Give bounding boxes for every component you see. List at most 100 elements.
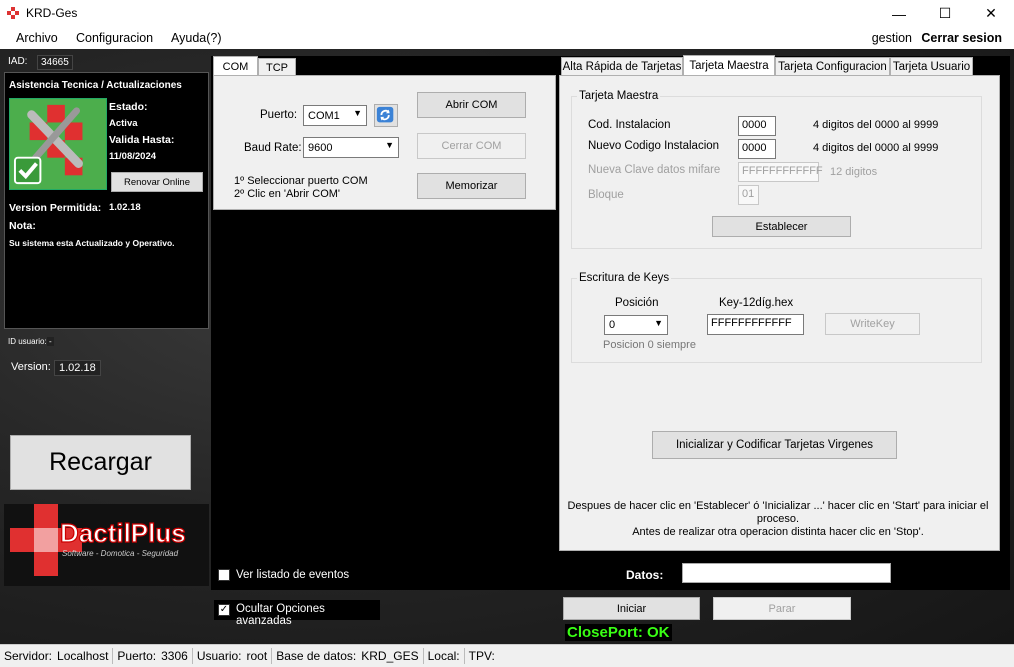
id-usuario-value: - <box>47 337 54 346</box>
keys-group-title: Escritura de Keys <box>577 272 672 284</box>
baud-select[interactable]: 9600 ▼ <box>303 137 399 158</box>
status-bd: Base de datos: KRD_GES <box>272 648 424 664</box>
cod-label: Cod. Instalacion <box>588 119 671 131</box>
cod-hint: 4 digitos del 0000 al 9999 <box>813 119 939 131</box>
status-puerto: Puerto: 3306 <box>113 648 193 664</box>
bd-value: KRD_GES <box>361 649 419 663</box>
renew-online-button[interactable]: Renovar Online <box>111 172 203 192</box>
close-com-button[interactable]: Cerrar COM <box>417 133 526 159</box>
chevron-down-icon: ▼ <box>385 140 394 150</box>
datos-input[interactable] <box>682 563 891 583</box>
nota-value: Su sistema esta Actualizado y Operativo. <box>9 238 175 248</box>
puerto-select-value: COM1 <box>308 109 340 122</box>
status-local: Local: <box>424 648 465 664</box>
memorize-button[interactable]: Memorizar <box>417 173 526 199</box>
version-permitida-value: 1.02.18 <box>109 202 141 213</box>
menu-configuracion[interactable]: Configuracion <box>76 31 153 45</box>
init-cards-button[interactable]: Inicializar y Codificar Tarjetas Virgene… <box>652 431 897 459</box>
title-bar: KRD-Ges — ☐ ✕ <box>0 0 1014 27</box>
close-button[interactable]: ✕ <box>968 0 1014 27</box>
current-user: gestion <box>871 31 912 45</box>
mifare-label: Nueva Clave datos mifare <box>588 164 721 176</box>
version-permitida-label: Version Permitida: <box>9 202 102 214</box>
puerto-status-label: Puerto: <box>117 649 157 663</box>
tab-tarjeta-configuracion[interactable]: Tarjeta Configuracion <box>775 57 890 76</box>
new-cod-label: Nuevo Codigo Instalacion <box>588 140 720 152</box>
key-input[interactable]: FFFFFFFFFFFF <box>707 314 804 335</box>
puerto-status-value: 3306 <box>161 649 188 663</box>
cod-input[interactable]: 0000 <box>738 116 776 136</box>
start-button[interactable]: Iniciar <box>563 597 700 620</box>
master-card-group-title: Tarjeta Maestra <box>577 90 661 102</box>
id-usuario-label: ID usuario: <box>8 337 47 346</box>
establish-button[interactable]: Establecer <box>712 216 851 237</box>
instruction-2: 2º Clic en 'Abrir COM' <box>234 188 341 200</box>
instructions-note: Despues de hacer clic en 'Establecer' ó … <box>562 500 994 539</box>
baud-label: Baud Rate: <box>244 142 302 154</box>
status-bar: Servidor: Localhost Puerto: 3306 Usuario… <box>0 644 1014 667</box>
estado-label: Estado: <box>109 101 148 113</box>
reload-button[interactable]: Recargar <box>10 435 191 490</box>
usuario-value: root <box>246 649 268 663</box>
logo-text: DactilPlus <box>60 518 186 548</box>
logout-button[interactable]: Cerrar sesion <box>921 31 1002 45</box>
local-label: Local: <box>427 649 460 663</box>
menu-bar: Archivo Configuracion Ayuda(?) gestion C… <box>0 27 1014 49</box>
tab-tarjeta-usuario[interactable]: Tarjeta Usuario <box>890 57 973 76</box>
maximize-button[interactable]: ☐ <box>922 0 968 27</box>
window-title: KRD-Ges <box>26 6 78 20</box>
tab-alta-rapida[interactable]: Alta Rápida de Tarjetas <box>561 57 683 76</box>
show-events-checkbox[interactable] <box>218 569 230 581</box>
servidor-value: Localhost <box>57 649 109 663</box>
puerto-select[interactable]: COM1 ▼ <box>303 105 367 126</box>
app-icon <box>7 7 19 19</box>
iad-label: IAD: <box>8 56 28 67</box>
posicion-select-value: 0 <box>609 319 616 331</box>
logo-tagline: Software - Domotica - Seguridad <box>62 549 179 558</box>
valida-value: 11/08/2024 <box>109 151 157 162</box>
port-status: ClosePort: OK <box>565 624 672 641</box>
dactilplus-logo: DactilPlus Software - Domotica - Segurid… <box>4 504 209 586</box>
open-com-button[interactable]: Abrir COM <box>417 92 526 118</box>
menu-archivo[interactable]: Archivo <box>16 31 58 45</box>
tab-com[interactable]: COM <box>213 56 258 76</box>
version-value: 1.02.18 <box>54 360 101 376</box>
panel-title: Asistencia Tecnica / Actualizaciones <box>9 80 182 91</box>
baud-select-value: 9600 <box>308 141 333 154</box>
tab-tarjeta-maestra[interactable]: Tarjeta Maestra <box>683 55 775 76</box>
refresh-icon <box>376 106 394 123</box>
menu-ayuda[interactable]: Ayuda(?) <box>171 31 222 45</box>
tab-tcp[interactable]: TCP <box>258 58 296 76</box>
servidor-label: Servidor: <box>4 649 53 663</box>
stop-button[interactable]: Parar <box>713 597 851 620</box>
posicion-label: Posición <box>615 297 659 309</box>
posicion-hint: Posicion 0 siempre <box>603 339 696 351</box>
usuario-label: Usuario: <box>196 649 242 663</box>
status-usuario: Usuario: root <box>193 648 273 664</box>
chevron-down-icon: ▼ <box>353 108 362 118</box>
support-info-panel: Asistencia Tecnica / Actualizaciones Est… <box>4 72 209 329</box>
version-label: Version: <box>11 361 51 373</box>
new-cod-input[interactable]: 0000 <box>738 139 776 159</box>
mifare-hint: 12 digitos <box>830 166 878 178</box>
puerto-label: Puerto: <box>260 109 298 121</box>
tools-icon <box>9 98 107 190</box>
bloque-input[interactable]: 01 <box>738 185 759 205</box>
new-cod-hint: 4 digitos del 0000 al 9999 <box>813 142 939 154</box>
posicion-select[interactable]: 0 ▼ <box>604 315 668 335</box>
tpv-label: TPV: <box>468 649 495 663</box>
bd-label: Base de datos: <box>276 649 357 663</box>
estado-value: Activa <box>109 118 138 129</box>
refresh-ports-button[interactable] <box>374 104 398 127</box>
chevron-down-icon: ▼ <box>654 318 663 328</box>
writekey-button[interactable]: WriteKey <box>825 313 920 335</box>
mifare-input[interactable]: FFFFFFFFFFFF <box>738 162 823 182</box>
show-events-label: Ver listado de eventos <box>236 569 350 581</box>
nota-label: Nota: <box>9 220 36 232</box>
key-label: Key-12díg.hex <box>719 297 794 309</box>
hide-advanced-checkbox[interactable]: ✓ <box>218 604 230 616</box>
status-tpv: TPV: <box>465 648 499 664</box>
minimize-button[interactable]: — <box>876 0 922 27</box>
bloque-label: Bloque <box>588 189 624 201</box>
datos-label: Datos: <box>626 568 664 582</box>
